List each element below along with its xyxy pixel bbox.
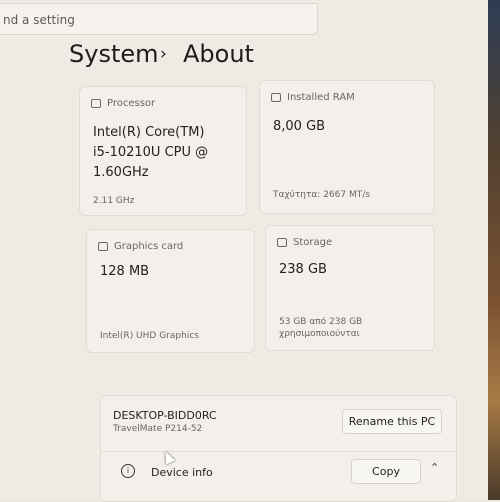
- storage-label: Storage: [293, 237, 333, 248]
- copy-button[interactable]: Copy: [351, 459, 421, 484]
- ram-value: 8,00 GB: [273, 119, 326, 134]
- settings-window: nd a setting System › About Processor In…: [0, 0, 488, 502]
- breadcrumb-separator-icon: ›: [160, 44, 167, 64]
- processor-label: Processor: [107, 98, 156, 109]
- device-info-row[interactable]: i Device info Copy ⌃: [101, 452, 456, 501]
- device-section: DESKTOP-BIDD0RC TravelMate P214-52 Renam…: [100, 395, 457, 502]
- desktop-background-edge: [486, 0, 500, 500]
- processor-speed: 2.11 GHz: [93, 196, 135, 206]
- page-title: About: [183, 40, 254, 68]
- processor-value-line: Intel(R) Core(TM): [93, 125, 205, 140]
- device-name: DESKTOP-BIDD0RC: [113, 409, 217, 422]
- search-placeholder: nd a setting: [3, 13, 75, 27]
- ram-card: Installed RAM 8,00 GB Ταχύτητα: 2667 MT/…: [259, 80, 435, 214]
- search-input[interactable]: nd a setting: [0, 3, 318, 35]
- processor-card: Processor Intel(R) Core(TM) i5-10210U CP…: [79, 86, 247, 216]
- graphics-card: Graphics card 128 MB Intel(R) UHD Graphi…: [86, 229, 255, 353]
- storage-card: Storage 238 GB 53 GB από 238 GB χρησιμοπ…: [265, 225, 435, 351]
- rename-pc-button[interactable]: Rename this PC: [342, 409, 442, 434]
- graphics-card-icon: [98, 242, 108, 251]
- storage-value: 238 GB: [279, 262, 327, 277]
- info-icon: i: [121, 464, 135, 478]
- processor-value-line: 1.60GHz: [93, 165, 149, 180]
- storage-usage: 53 GB από 238 GB χρησιμοποιούνται: [279, 316, 362, 340]
- graphics-label: Graphics card: [114, 241, 184, 252]
- chevron-up-icon[interactable]: ⌃: [430, 461, 439, 474]
- processor-icon: [91, 99, 101, 108]
- device-model: TravelMate P214-52: [113, 424, 203, 434]
- storage-icon: [277, 238, 287, 247]
- ram-speed: Ταχύτητα: 2667 MT/s: [273, 190, 370, 200]
- processor-value: Intel(R) Core(TM) i5-10210U CPU @ 1.60GH…: [93, 123, 208, 183]
- ram-label: Installed RAM: [287, 92, 355, 103]
- ram-icon: [271, 93, 281, 102]
- graphics-adapter: Intel(R) UHD Graphics: [100, 331, 199, 341]
- graphics-value: 128 MB: [100, 264, 150, 279]
- storage-usage-line: χρησιμοποιούνται: [279, 329, 360, 339]
- storage-usage-line: 53 GB από 238 GB: [279, 317, 363, 327]
- breadcrumb-system[interactable]: System: [69, 40, 159, 68]
- device-info-label: Device info: [151, 466, 213, 479]
- processor-value-line: i5-10210U CPU @: [93, 145, 209, 160]
